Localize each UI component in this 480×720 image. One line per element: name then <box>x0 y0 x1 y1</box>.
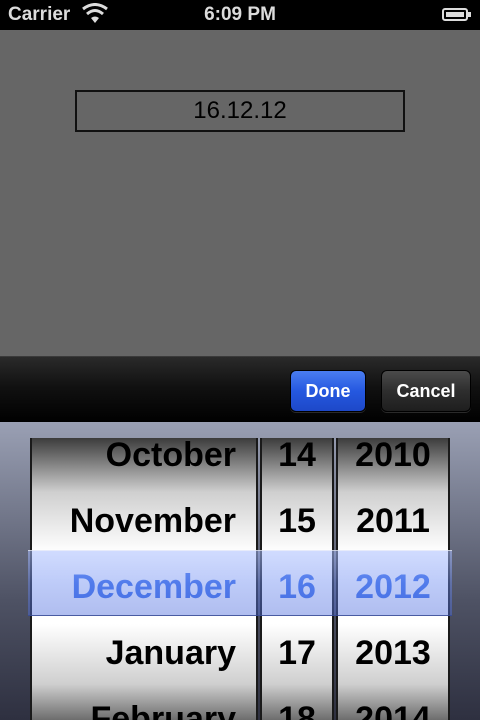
day-row[interactable]: 17 <box>262 620 332 686</box>
battery-icon <box>442 8 471 21</box>
year-row[interactable]: 2014 <box>338 686 448 720</box>
year-row-selected[interactable]: 2012 <box>338 554 448 620</box>
content-area: 16.12.12 <box>0 30 480 356</box>
month-row[interactable]: January <box>32 620 256 686</box>
status-bar: Carrier 6:09 PM <box>0 0 480 30</box>
month-row[interactable]: February <box>32 686 256 720</box>
day-row[interactable]: 18 <box>262 686 332 720</box>
year-row[interactable]: 2013 <box>338 620 448 686</box>
date-field[interactable]: 16.12.12 <box>75 90 405 132</box>
done-button[interactable]: Done <box>290 370 366 412</box>
month-row-selected[interactable]: December <box>32 554 256 620</box>
day-row[interactable]: 15 <box>262 488 332 554</box>
day-wheel[interactable]: 14 15 16 17 18 <box>260 438 334 720</box>
year-row[interactable]: 2011 <box>338 488 448 554</box>
month-row[interactable]: November <box>32 488 256 554</box>
date-picker: October November December January Februa… <box>0 422 480 720</box>
picker-toolbar: Done Cancel <box>0 356 480 423</box>
month-row[interactable]: October <box>32 438 256 488</box>
year-row[interactable]: 2010 <box>338 438 448 488</box>
status-time: 6:09 PM <box>204 4 276 25</box>
month-wheel[interactable]: October November December January Februa… <box>30 438 258 720</box>
year-wheel[interactable]: 2010 2011 2012 2013 2014 <box>336 438 450 720</box>
day-row-selected[interactable]: 16 <box>262 554 332 620</box>
cancel-button[interactable]: Cancel <box>381 370 471 412</box>
day-row[interactable]: 14 <box>262 438 332 488</box>
